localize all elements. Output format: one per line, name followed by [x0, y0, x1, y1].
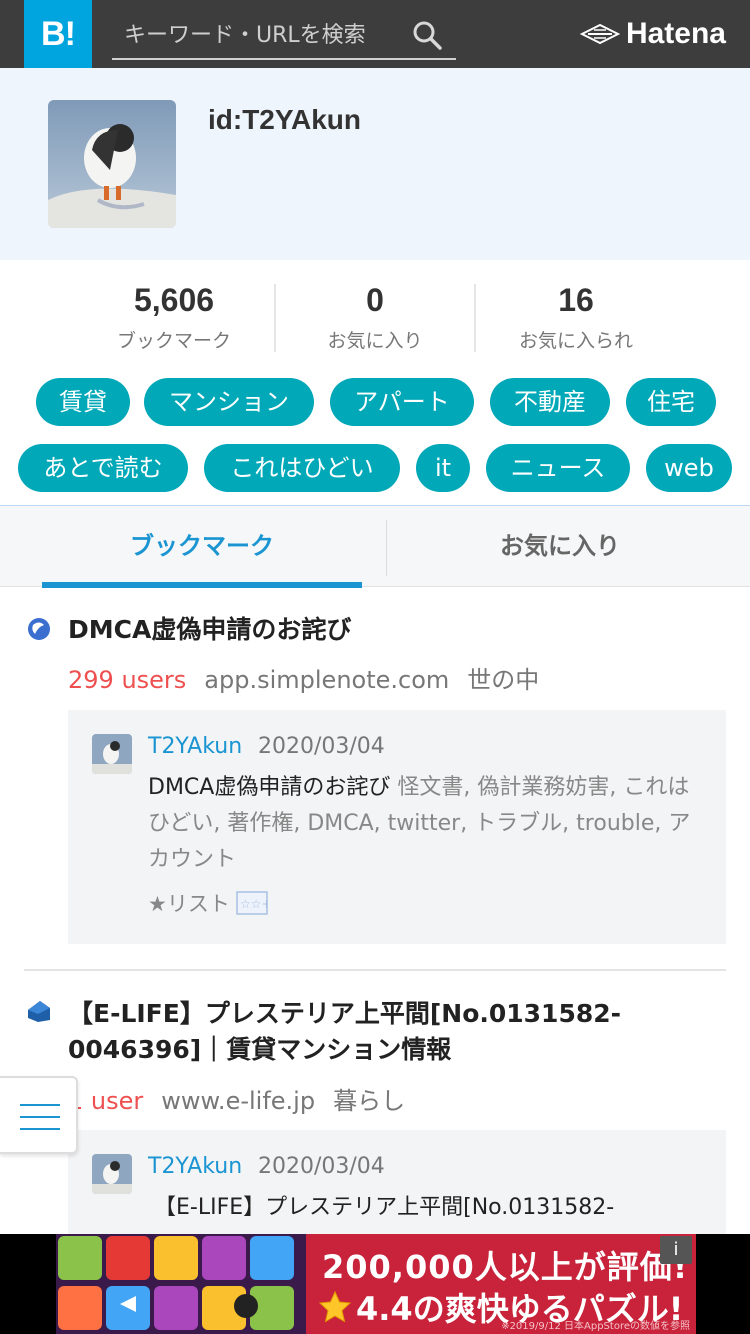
- search-icon[interactable]: [412, 20, 442, 50]
- entry-users-count[interactable]: 299 users: [68, 666, 186, 694]
- stat-favorited-by[interactable]: 16 お気に入られ: [476, 280, 676, 353]
- star-list[interactable]: ★リスト ☆☆+: [148, 888, 268, 918]
- star-icon: [318, 1290, 352, 1323]
- tag-chip[interactable]: 住宅: [626, 378, 716, 426]
- tab-active-indicator: [42, 582, 362, 588]
- tab-bookmarks[interactable]: ブックマーク: [42, 506, 362, 588]
- comment-avatar[interactable]: [92, 734, 132, 774]
- stat-label: ブックマーク: [116, 330, 231, 352]
- entry-users-count[interactable]: 1 user: [68, 1087, 143, 1115]
- menu-line: [20, 1116, 60, 1118]
- tab-divider: [386, 520, 387, 576]
- profile-header: id:T2YAkun: [0, 68, 750, 260]
- svg-text:☆☆+: ☆☆+: [240, 897, 268, 911]
- entry-domain[interactable]: www.e-life.jp: [161, 1087, 315, 1115]
- stat-label: お気に入り: [327, 330, 423, 352]
- stat-label: お気に入られ: [518, 330, 633, 352]
- menu-line: [20, 1128, 60, 1130]
- stat-value: 5,606: [133, 282, 215, 318]
- entry-domain[interactable]: app.simplenote.com: [204, 666, 449, 694]
- entry-meta: 299 users app.simplenote.com 世の中: [68, 660, 539, 695]
- comment-text: DMCA虚偽申請のお詫び: [148, 775, 391, 800]
- menu-button[interactable]: [0, 1076, 78, 1154]
- stat-favorites[interactable]: 0 お気に入り: [275, 280, 475, 353]
- hatena-mark-icon: [579, 23, 620, 45]
- house-icon: [28, 1001, 50, 1022]
- brand-text: Hatena: [625, 17, 726, 50]
- ad-info-icon[interactable]: i: [660, 1236, 692, 1264]
- search-bar: [112, 10, 456, 60]
- comment-box: T2YAkun 2020/03/04 【E-LIFE】プレステリア上平間[No.…: [68, 1130, 726, 1234]
- comment-text: 【E-LIFE】プレステリア上平間[No.0131582-: [154, 1195, 615, 1220]
- entry-divider: [24, 969, 726, 971]
- comment-date[interactable]: 2020/03/04: [258, 734, 385, 759]
- tag-chip[interactable]: これはひどい: [204, 444, 400, 492]
- ad-creative[interactable]: 200,000人以上が評価! 4.4の爽快ゆるパズル! ※2019/9/12 日…: [56, 1234, 696, 1334]
- comment-avatar[interactable]: [92, 1154, 132, 1194]
- simplenote-icon: [28, 618, 50, 640]
- stat-value: 16: [558, 282, 594, 318]
- menu-line: [20, 1104, 60, 1106]
- comment-body: DMCA虚偽申請のお詫び 怪文書, 偽計業務妨害, これはひどい, 著作権, D…: [148, 770, 696, 878]
- hatena-brand[interactable]: Hatena: [579, 14, 726, 54]
- tag-chip[interactable]: it: [416, 444, 470, 492]
- hatena-bookmark-logo[interactable]: B!: [24, 0, 92, 68]
- avatar[interactable]: [48, 100, 176, 228]
- puffin-avatar-small: [92, 734, 132, 774]
- tag-chip[interactable]: マンション: [144, 378, 314, 426]
- stats-row: 5,606 ブックマーク 0 お気に入り 16 お気に入られ: [0, 280, 750, 356]
- top-bar: B! Hatena: [0, 0, 750, 68]
- tag-chip[interactable]: あとで読む: [18, 444, 188, 492]
- entry-title-link[interactable]: DMCA虚偽申請のお詫び: [68, 612, 728, 648]
- user-id: id:T2YAkun: [208, 104, 361, 135]
- stat-bookmarks[interactable]: 5,606 ブックマーク: [74, 280, 274, 353]
- ad-footnote: ※2019/9/12 日本AppStoreの数値を参照: [501, 1321, 690, 1332]
- puzzle-tiles-image: [56, 1234, 306, 1334]
- ad-banner[interactable]: 200,000人以上が評価! 4.4の爽快ゆるパズル! ※2019/9/12 日…: [0, 1234, 750, 1334]
- tag-chip[interactable]: アパート: [330, 378, 474, 426]
- comment-username[interactable]: T2YAkun: [148, 734, 242, 759]
- add-star-icon[interactable]: ☆☆+: [236, 891, 268, 915]
- puffin-avatar-small: [92, 1154, 132, 1194]
- comment-box: T2YAkun 2020/03/04 DMCA虚偽申請のお詫び 怪文書, 偽計業…: [68, 710, 726, 944]
- tag-chip[interactable]: ニュース: [486, 444, 630, 492]
- tab-favorites[interactable]: お気に入り: [388, 506, 732, 588]
- tag-chip[interactable]: web: [646, 444, 732, 492]
- entry-meta: 1 user www.e-life.jp 暮らし: [68, 1081, 405, 1116]
- entry-title-link[interactable]: 【E-LIFE】プレステリア上平間[No.0131582-0046396]｜賃貸…: [68, 996, 728, 1068]
- ad-headline: 200,000人以上が評価!: [322, 1248, 689, 1286]
- entry-category[interactable]: 暮らし: [333, 1087, 405, 1115]
- comment-username[interactable]: T2YAkun: [148, 1154, 242, 1179]
- tag-chip[interactable]: 賃貸: [36, 378, 130, 426]
- star-list-label: ★リスト: [148, 892, 230, 916]
- puffin-avatar-image: [48, 100, 176, 228]
- tab-bar: ブックマーク お気に入り: [0, 505, 750, 588]
- comment-body: 【E-LIFE】プレステリア上平間[No.0131582-: [154, 1190, 702, 1226]
- search-input[interactable]: [124, 18, 404, 52]
- stat-value: 0: [366, 282, 384, 318]
- entry-category[interactable]: 世の中: [467, 666, 539, 694]
- tag-chip[interactable]: 不動産: [490, 378, 610, 426]
- comment-date[interactable]: 2020/03/04: [258, 1154, 385, 1179]
